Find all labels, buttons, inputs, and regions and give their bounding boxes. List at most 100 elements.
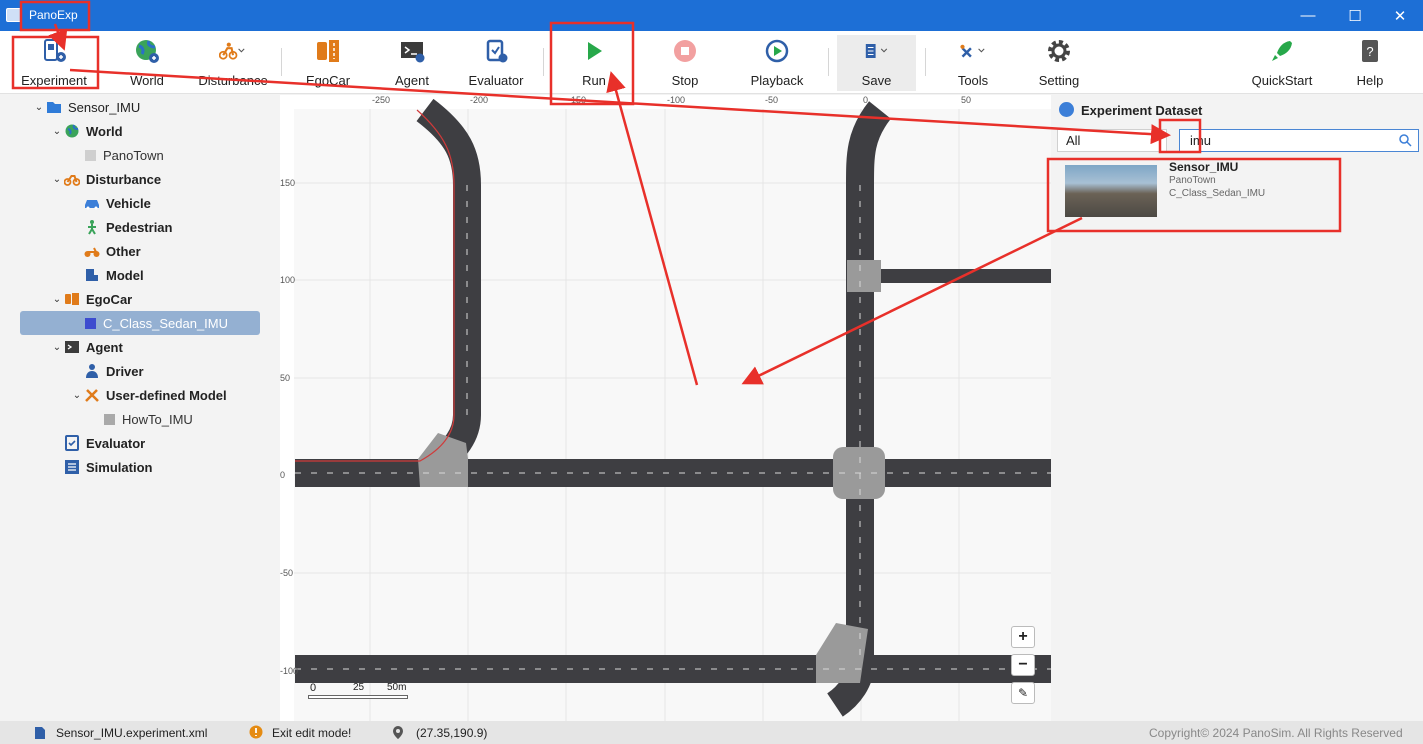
tree-node-world[interactable]: ⌄ World [50,119,123,143]
copyright: Copyright© 2024 PanoSim. All Rights Rese… [1149,726,1403,740]
experiment-button[interactable]: Experiment [14,35,94,91]
playback-label: Playback [750,73,804,88]
tree-node-disturbance[interactable]: ⌄ Disturbance [50,167,161,191]
quickstart-button[interactable]: QuickStart [1247,35,1317,91]
quickstart-label: QuickStart [1251,73,1313,88]
tree-node-root[interactable]: ⌄ Sensor_IMU [32,95,140,119]
simulation-icon [65,460,79,474]
motorbike-icon [64,175,80,186]
road-network [280,95,1051,721]
category-filter[interactable]: All [1057,129,1167,152]
experiment-label: Experiment [21,73,87,88]
app-icon [6,8,22,22]
help-icon: ? [1362,40,1378,62]
evaluator-icon [65,435,79,451]
title-bar: PanoExp — ☐ ✕ [0,0,1423,31]
tree-node-user-model[interactable]: ⌄ User-defined Model [70,383,227,407]
motorbike-icon [219,42,245,60]
close-button[interactable]: ✕ [1377,0,1423,31]
dataset-title: Experiment Dataset [1081,103,1203,118]
file-icon [35,727,45,739]
world-icon [136,40,159,63]
run-label: Run [582,73,606,88]
search-input[interactable]: imu [1179,129,1419,152]
world-button[interactable]: World [115,35,179,91]
tree-node-egocar-item[interactable]: C_Class_Sedan_IMU [20,311,260,335]
tree-node-driver[interactable]: Driver [84,359,144,383]
x-axis-tick: 0 [863,95,869,105]
ruler-button[interactable]: ✎ [1011,682,1035,704]
tree-node-panotown[interactable]: PanoTown [85,143,164,167]
y-axis-tick: 100 [280,275,296,285]
experiment-tree: ⌄ Sensor_IMU ⌄ World PanoTown ⌄ Disturba… [0,95,280,721]
scale-bar [308,695,408,699]
run-button[interactable]: Run [566,35,622,91]
x-axis-tick: -50 [765,95,779,105]
stop-button[interactable]: Stop [657,35,713,91]
evaluator-icon [486,39,508,63]
scale-label-25: 25 [353,682,365,693]
world-label: World [130,73,164,88]
map-item-icon [85,149,96,161]
y-axis-tick: -100 [280,666,299,676]
tree-node-howto[interactable]: HowTo_IMU [104,407,193,431]
egocar-icon [65,293,79,305]
chevron-down-icon[interactable]: ⌄ [32,102,46,113]
disturbance-button[interactable]: Disturbance [196,35,270,91]
globe-icon [65,124,79,138]
dataset-item-name: Sensor_IMU [1169,160,1239,174]
save-button[interactable]: Save [837,35,916,91]
egocar-button[interactable]: EgoCar [298,35,358,91]
status-coords: (27.35,190.9) [416,726,488,740]
chevron-down-icon[interactable]: ⌄ [50,174,64,185]
dataset-item[interactable]: Sensor_IMU PanoTown C_Class_Sedan_IMU [1057,159,1343,221]
playback-button[interactable]: Playback [745,35,809,91]
tree-node-simulation[interactable]: Simulation [64,455,152,479]
x-axis-tick: -150 [568,95,587,105]
search-icon[interactable] [1398,133,1412,147]
tools-button[interactable]: Tools [940,35,1006,91]
pedestrian-icon [88,220,96,235]
tree-node-pedestrian[interactable]: Pedestrian [84,215,172,239]
scale-label-0: 0 [310,682,317,694]
x-axis-tick: 50 [961,95,972,105]
y-axis-tick: -50 [280,568,294,578]
tree-node-agent[interactable]: ⌄ Agent [50,335,123,359]
toolbar: Experiment World Disturbance EgoCar Agen… [0,31,1423,94]
tools-label: Tools [957,73,989,88]
tree-node-evaluator[interactable]: Evaluator [64,431,145,455]
agent-label: Agent [395,73,429,88]
toolbar-separator [828,48,829,76]
setting-label: Setting [1038,73,1080,88]
terminal-icon [401,42,425,63]
tree-node-other[interactable]: Other [84,239,141,263]
x-axis-tick: -250 [372,95,391,105]
tree-node-egocar[interactable]: ⌄ EgoCar [50,287,132,311]
tree-node-vehicle[interactable]: Vehicle [84,191,151,215]
map-canvas[interactable]: + − ✎ 0 25 50m -250 -200 -150 -100 -50 0 50 150… [280,95,1051,721]
chevron-down-icon[interactable]: ⌄ [50,126,64,137]
chevron-down-icon[interactable]: ⌄ [50,294,64,305]
refresh-icon[interactable] [1059,102,1074,117]
status-file: Sensor_IMU.experiment.xml [56,726,208,740]
evaluator-button[interactable]: Evaluator [462,35,530,91]
x-axis-tick: -100 [667,95,686,105]
chevron-down-icon[interactable]: ⌄ [70,390,84,401]
status-mode: Exit edit mode! [272,726,352,740]
search-value: imu [1190,133,1211,148]
map-zoom-in-button[interactable]: + [1011,626,1035,648]
save-label: Save [861,73,892,88]
status-bar: Sensor_IMU.experiment.xml Exit edit mode… [0,721,1423,744]
map-zoom-out-button[interactable]: − [1011,654,1035,676]
agent-button[interactable]: Agent [384,35,440,91]
minimize-button[interactable]: — [1285,0,1331,31]
y-axis-tick: 0 [280,470,286,480]
experiment-icon [44,39,66,62]
help-button[interactable]: ? Help [1345,35,1395,91]
tree-node-model[interactable]: Model [84,263,144,287]
setting-button[interactable]: Setting [1031,35,1087,91]
maximize-button[interactable]: ☐ [1332,0,1378,31]
egocar-icon [317,40,339,62]
folder-icon [47,102,61,113]
chevron-down-icon[interactable]: ⌄ [50,342,64,353]
